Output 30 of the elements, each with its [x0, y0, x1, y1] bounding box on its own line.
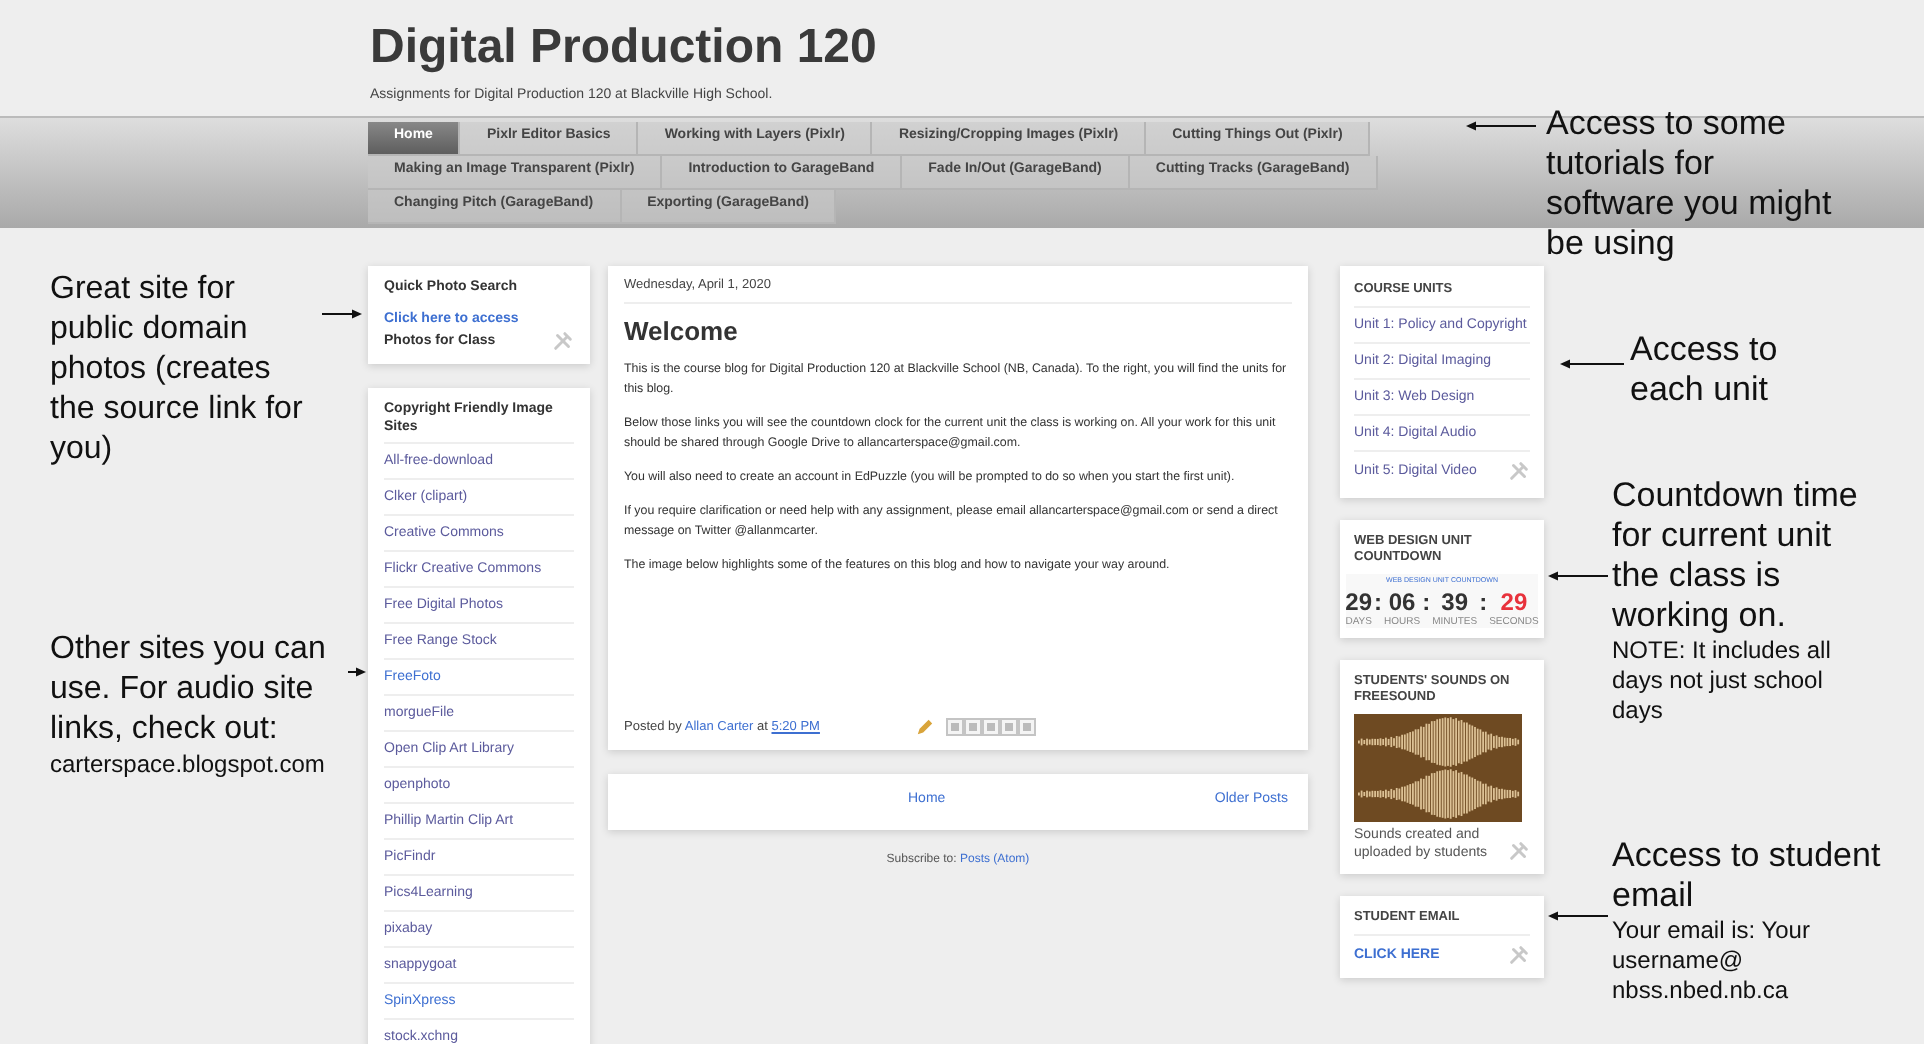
pointer-arrow	[348, 666, 366, 678]
countdown-digits: 29	[1500, 587, 1528, 615]
countdown-digits: 39	[1441, 587, 1469, 615]
annotation-text: Access to student email	[1612, 836, 1882, 916]
countdown-digits: 29	[1345, 587, 1373, 615]
countdown-separator: :	[1420, 587, 1433, 615]
annotation-text: Other sites you can use. For audio site links, check out:	[50, 630, 328, 750]
pointer-arrow	[1548, 910, 1608, 922]
annotation-note: carterspace.blogspot.com	[50, 750, 327, 780]
annotation-text: Countdown time for current unit the class is working on.	[1612, 476, 1860, 636]
blog-title[interactable]: Digital Production 120	[370, 18, 1924, 78]
countdown-digits: 06	[1388, 587, 1416, 615]
wrench-icon[interactable]	[1508, 839, 1530, 861]
pencil-icon[interactable]	[915, 718, 934, 737]
countdown-separator: :	[1372, 587, 1384, 615]
annotation-note: NOTE: It includes all days not just school days	[1612, 636, 1833, 726]
wrench-icon[interactable]	[1508, 460, 1530, 483]
annotation-note: Your email is: Your username@ nbss.nbed.nb.ca	[1612, 916, 1812, 1006]
wrench-icon[interactable]	[1508, 944, 1530, 967]
waveform-image[interactable]	[1354, 713, 1522, 821]
annotation-text: Access to some tutorials for software you might be using	[1546, 104, 1834, 264]
countdown-separator: :	[1477, 587, 1490, 615]
annotation-text: Great site for public domain photos (creates the source link for you)	[50, 270, 305, 470]
pointer-arrow	[322, 308, 362, 320]
pointer-arrow	[1548, 570, 1608, 582]
pointer-arrow	[1466, 120, 1536, 132]
annotation-text: Access to each unit	[1630, 330, 1780, 410]
post-title[interactable]: Welcome	[624, 312, 1292, 352]
wrench-icon[interactable]	[552, 330, 574, 352]
pointer-arrow	[1560, 358, 1624, 370]
